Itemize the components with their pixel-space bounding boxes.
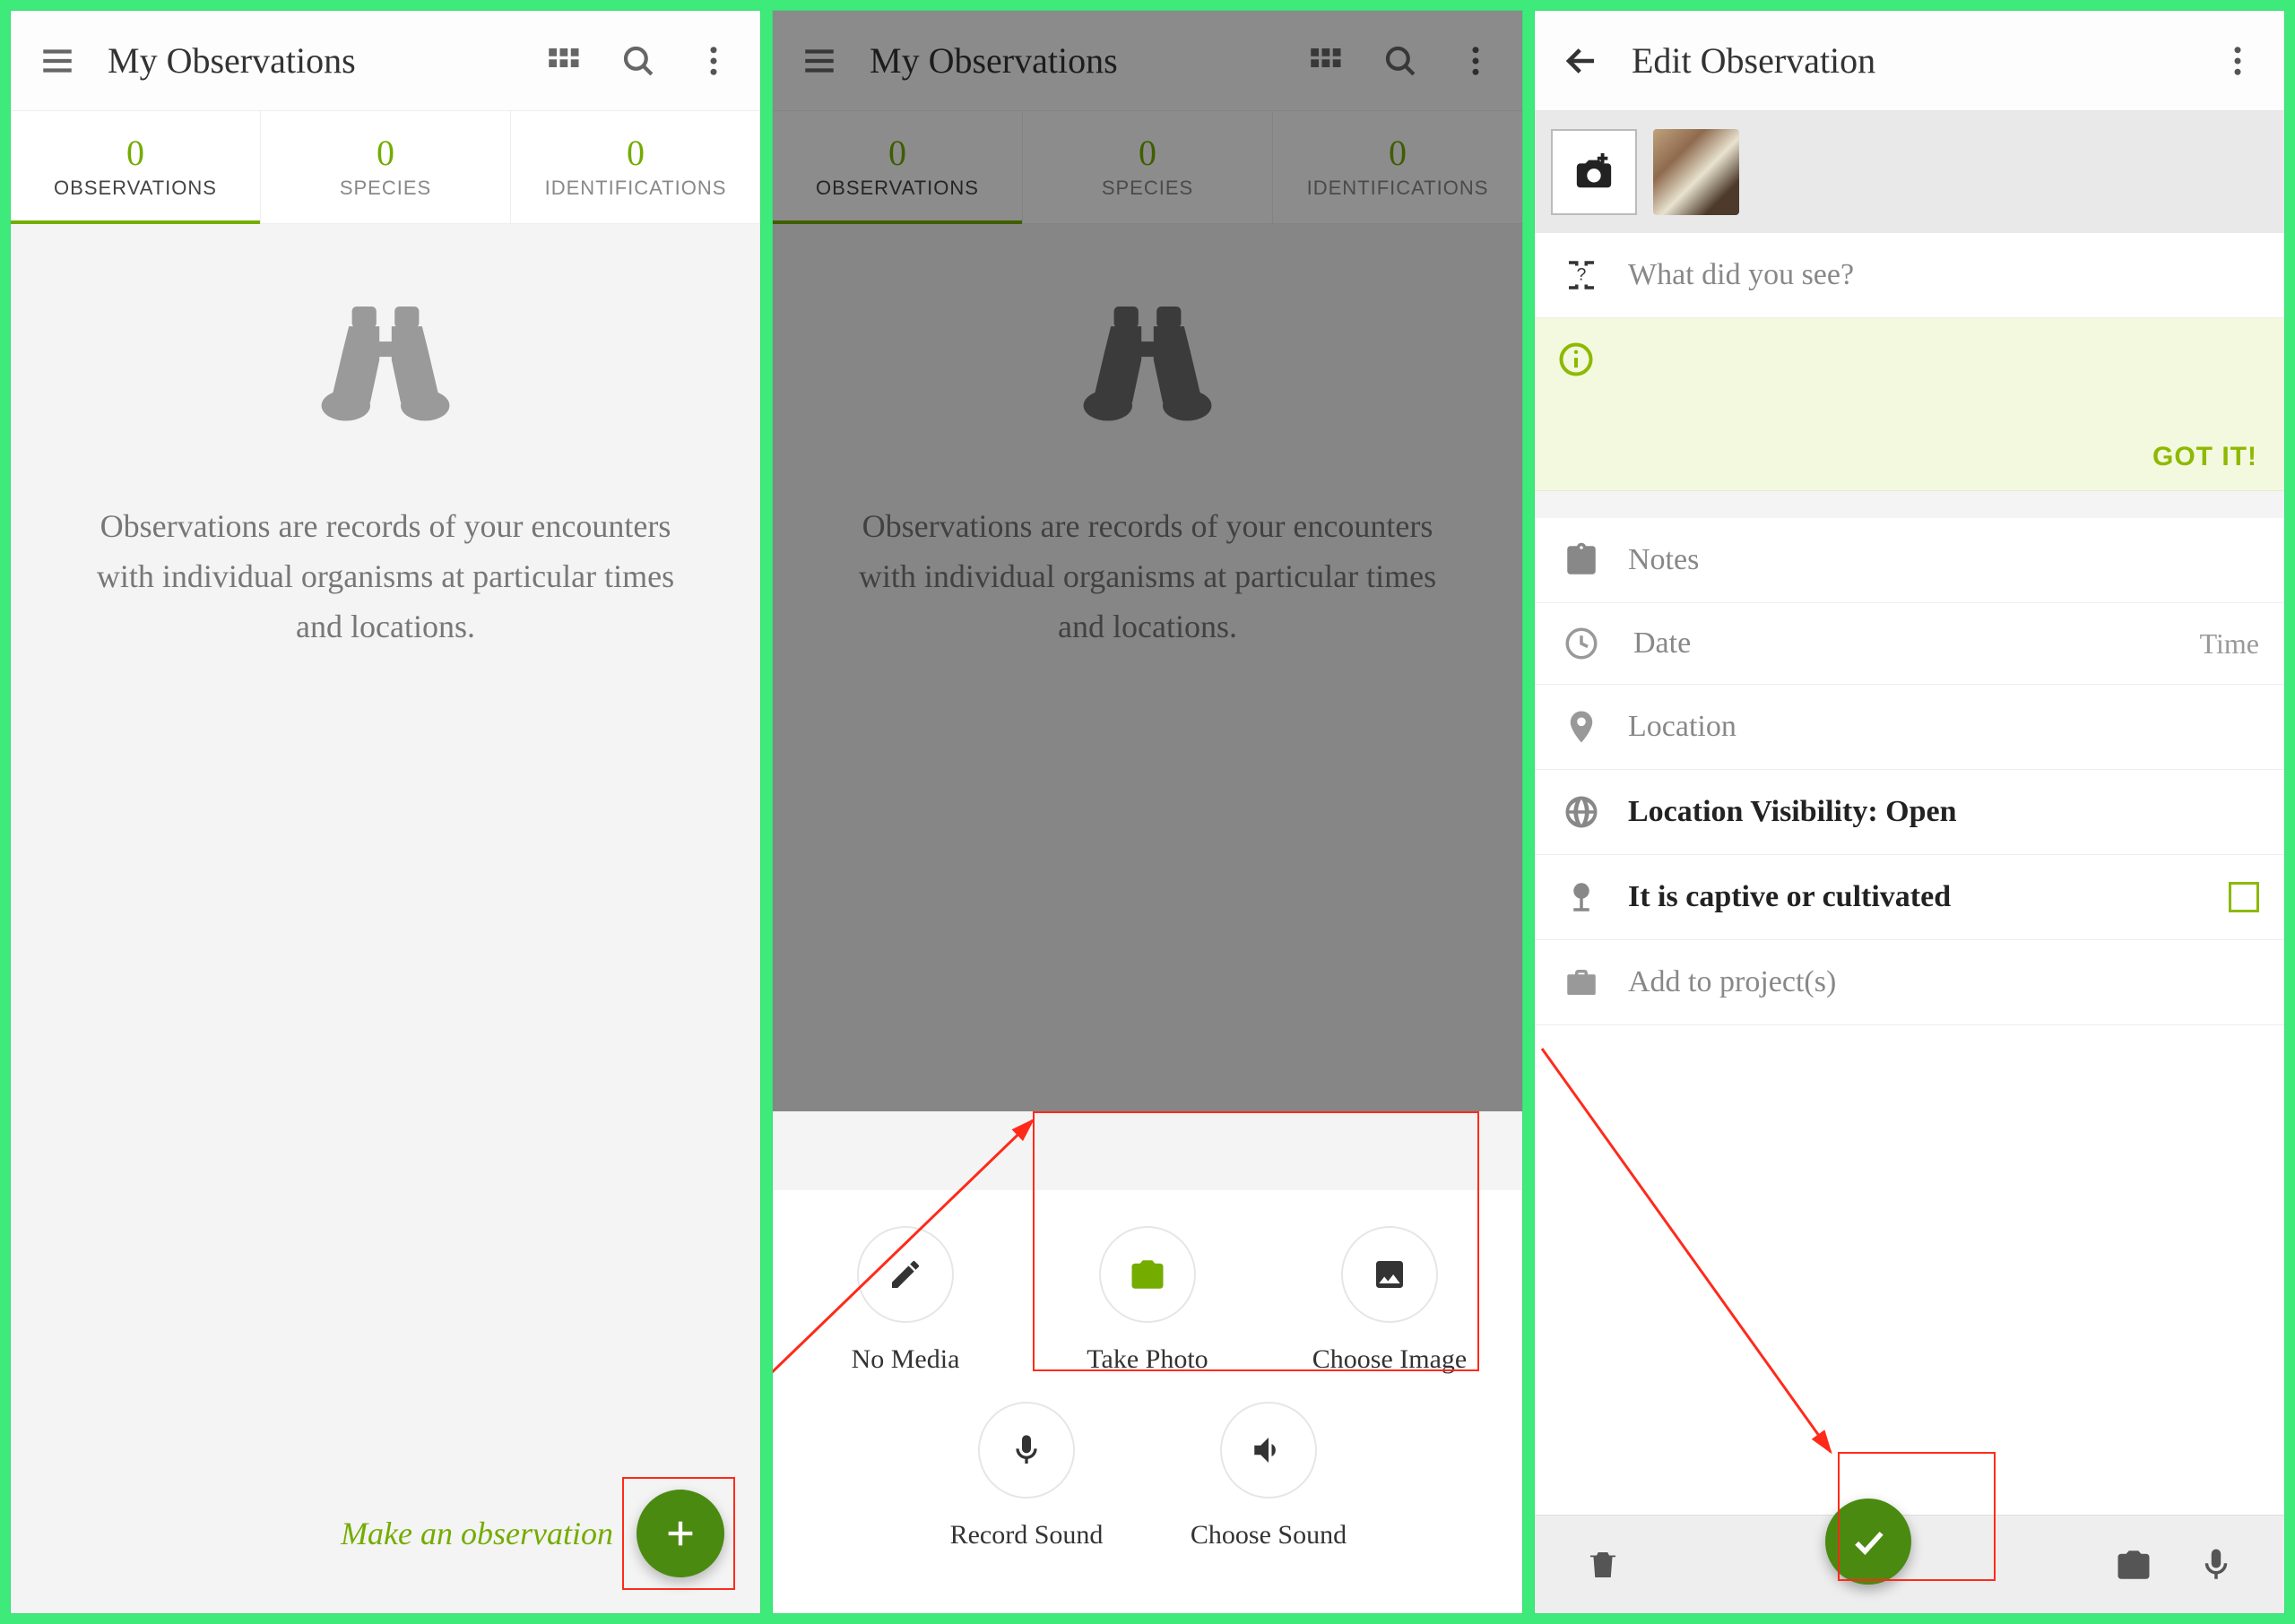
row-label: Add to project(s) <box>1628 965 2259 999</box>
add-observation-fab[interactable] <box>637 1490 724 1577</box>
fab-row: Make an observation <box>11 1490 760 1577</box>
screen-my-observations: My Observations 0 OBSERVATIONS 0 SPECIES… <box>11 11 760 1613</box>
tab-species[interactable]: 0 SPECIES <box>261 111 511 223</box>
action-sheet: No Media Take Photo Choose Image Record … <box>773 1190 1522 1613</box>
bottom-bar <box>1535 1515 2284 1613</box>
stat-count: 0 <box>377 135 394 171</box>
camera-icon <box>1129 1256 1166 1293</box>
speaker-icon <box>1250 1431 1287 1469</box>
search-icon[interactable] <box>613 36 663 86</box>
sheet-choose-image[interactable]: Choose Image <box>1300 1226 1479 1375</box>
clock-icon <box>1560 625 1603 662</box>
page-title: Edit Observation <box>1632 39 2187 82</box>
microphone-icon <box>1009 1432 1044 1468</box>
stat-label: SPECIES <box>340 177 431 200</box>
row-label: What did you see? <box>1628 258 2259 292</box>
stat-label: IDENTIFICATIONS <box>545 177 727 200</box>
row-label: Location Visibility: Open <box>1628 795 2259 829</box>
make-observation-label: Make an observation <box>341 1515 613 1552</box>
svg-text:?: ? <box>1577 265 1587 284</box>
globe-icon <box>1560 793 1603 831</box>
delete-button[interactable] <box>1578 1540 1628 1590</box>
back-icon[interactable] <box>1556 36 1606 86</box>
species-unknown-icon: ? <box>1560 256 1603 294</box>
info-icon <box>1556 340 1596 386</box>
screen-add-sheet: My Observations 0OBSERVATIONS 0SPECIES 0… <box>773 11 1522 1613</box>
tree-icon <box>1560 878 1603 916</box>
hint-banner: GOT IT! <box>1535 318 2284 491</box>
more-icon[interactable] <box>688 36 739 86</box>
plus-icon <box>663 1516 698 1551</box>
tab-identifications[interactable]: 0 IDENTIFICATIONS <box>511 111 760 223</box>
pin-icon <box>1560 708 1603 746</box>
stat-label: OBSERVATIONS <box>54 177 217 200</box>
empty-state: Observations are records of your encount… <box>11 224 760 1613</box>
row-what-did-you-see[interactable]: ? What did you see? <box>1535 233 2284 318</box>
modal-scrim[interactable] <box>773 11 1522 1111</box>
grid-icon[interactable] <box>538 36 588 86</box>
got-it-button[interactable]: GOT IT! <box>2152 442 2257 472</box>
confirm-fab[interactable] <box>1825 1499 1911 1585</box>
topbar: Edit Observation <box>1535 11 2284 111</box>
topbar: My Observations <box>11 11 760 111</box>
captive-checkbox[interactable] <box>2229 882 2259 912</box>
stats-tabs: 0 OBSERVATIONS 0 SPECIES 0 IDENTIFICATIO… <box>11 111 760 224</box>
row-label: Notes <box>1628 543 2259 577</box>
date-label: Date <box>1633 626 2175 661</box>
row-label: Location <box>1628 710 2259 744</box>
camera-button[interactable] <box>2109 1540 2159 1590</box>
image-icon <box>1372 1257 1407 1292</box>
tab-observations[interactable]: 0 OBSERVATIONS <box>11 111 261 223</box>
row-notes[interactable]: Notes <box>1535 518 2284 603</box>
row-label: It is captive or cultivated <box>1628 880 2204 914</box>
sheet-record-sound[interactable]: Record Sound <box>937 1402 1116 1551</box>
mic-button[interactable] <box>2191 1540 2241 1590</box>
photo-strip <box>1535 111 2284 233</box>
briefcase-icon <box>1560 963 1603 1001</box>
camera-plus-icon <box>1573 151 1615 193</box>
check-icon <box>1849 1522 1888 1561</box>
time-label: Time <box>2200 627 2259 661</box>
row-projects[interactable]: Add to project(s) <box>1535 940 2284 1025</box>
add-photo-button[interactable] <box>1551 129 1637 215</box>
sheet-take-photo[interactable]: Take Photo <box>1058 1226 1237 1375</box>
binoculars-icon <box>309 296 462 439</box>
page-title: My Observations <box>108 39 513 82</box>
row-visibility[interactable]: Location Visibility: Open <box>1535 770 2284 855</box>
screen-edit-observation: Edit Observation ? What did you see? GOT… <box>1535 11 2284 1613</box>
photo-thumbnail[interactable] <box>1653 129 1739 215</box>
hamburger-icon[interactable] <box>32 36 82 86</box>
pencil-icon <box>888 1257 923 1292</box>
sheet-no-media[interactable]: No Media <box>816 1226 995 1375</box>
edit-form: ? What did you see? GOT IT! Notes Date T… <box>1535 233 2284 1613</box>
empty-message: Observations are records of your encount… <box>78 502 693 652</box>
row-location[interactable]: Location <box>1535 685 2284 770</box>
stat-count: 0 <box>627 135 645 171</box>
more-icon[interactable] <box>2213 36 2263 86</box>
row-date-time[interactable]: Date Time <box>1535 603 2284 685</box>
row-captive[interactable]: It is captive or cultivated <box>1535 855 2284 940</box>
stat-count: 0 <box>126 135 144 171</box>
sheet-choose-sound[interactable]: Choose Sound <box>1179 1402 1358 1551</box>
clipboard-icon <box>1560 541 1603 579</box>
